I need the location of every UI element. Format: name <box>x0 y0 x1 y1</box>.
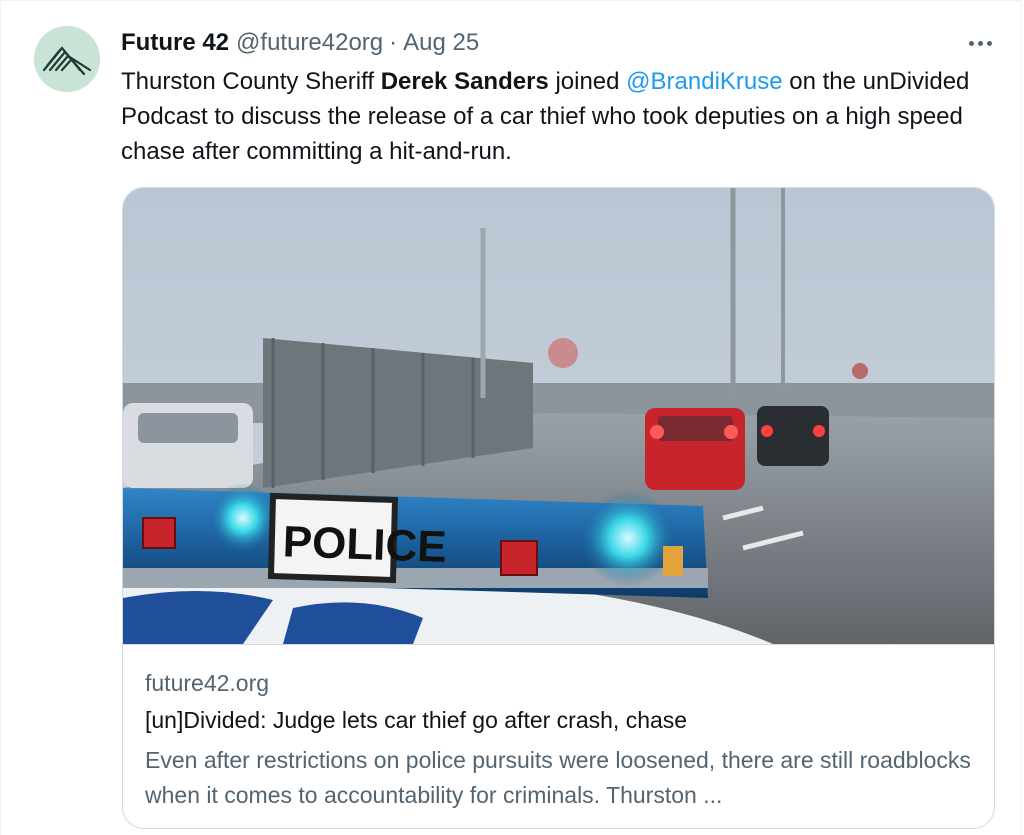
future42-logo-icon <box>34 26 100 92</box>
tweet[interactable]: Future 42 @future42org · Aug 25 Thurston… <box>0 0 1022 835</box>
tweet-header: Future 42 @future42org · Aug 25 <box>121 29 479 59</box>
avatar[interactable] <box>34 26 100 92</box>
bold-name: Derek Sanders <box>380 68 549 95</box>
display-name[interactable]: Future 42 <box>121 29 229 57</box>
police-car-photo: POLICE <box>123 188 994 644</box>
police-sign-text: POLICE <box>282 517 447 572</box>
link-card[interactable]: POLICE future42.org [un]Divided: Judge l… <box>122 187 995 829</box>
mention-link[interactable]: @BrandiKruse <box>626 68 782 95</box>
tweet-text: Thurston County Sheriff Derek Sanders jo… <box>121 68 970 165</box>
user-handle[interactable]: @future42org <box>236 29 383 57</box>
more-horizontal-icon <box>968 40 974 46</box>
card-meta[interactable]: future42.org [un]Divided: Judge lets car… <box>123 644 994 828</box>
tweet-date[interactable]: Aug 25 <box>403 29 479 57</box>
more-options-button[interactable] <box>963 31 997 55</box>
card-title[interactable]: [un]Divided: Judge lets car thief go aft… <box>145 707 687 734</box>
separator-dot: · <box>389 29 398 56</box>
card-description: Even after restrictions on police pursui… <box>145 747 971 808</box>
card-image[interactable]: POLICE <box>123 188 994 644</box>
card-domain: future42.org <box>145 670 270 696</box>
